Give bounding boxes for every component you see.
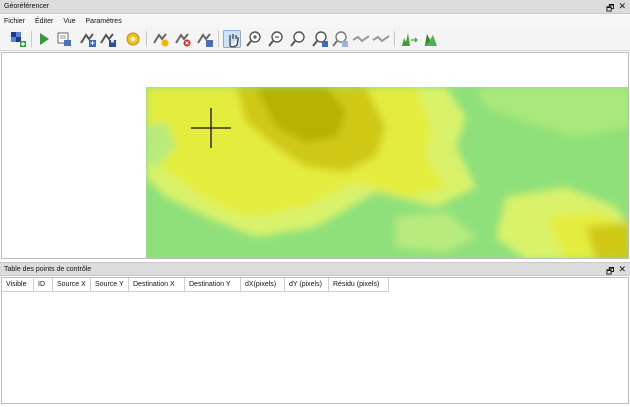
- zoom-last-icon[interactable]: [311, 30, 329, 48]
- menu-vue[interactable]: Vue: [63, 18, 75, 25]
- column-header-visible[interactable]: Visible: [2, 278, 34, 292]
- window-title: Géoréférencer: [4, 3, 50, 10]
- save-gcp-points-icon[interactable]: [99, 30, 117, 48]
- zoom-to-layer-icon[interactable]: [289, 30, 307, 48]
- gcp-table-header: Visible ID Source X Source Y Destination…: [2, 278, 389, 292]
- gcp-table-title: Table des points de contrôle: [4, 266, 92, 273]
- gcp-table-titlebar: Table des points de contrôle 🗗 ✕: [0, 262, 630, 276]
- column-header-source-x[interactable]: Source X: [53, 278, 91, 292]
- move-point-icon[interactable]: [196, 30, 214, 48]
- column-header-residual[interactable]: Résidu (pixels): [329, 278, 389, 292]
- link-qgis-to-georeferencer-icon[interactable]: [372, 30, 390, 48]
- menu-editer[interactable]: Éditer: [35, 18, 53, 25]
- generate-gdal-script-icon[interactable]: [55, 30, 73, 48]
- column-header-dy[interactable]: dY (pixels): [285, 278, 329, 292]
- column-header-dx[interactable]: dX(pixels): [241, 278, 285, 292]
- column-header-source-y[interactable]: Source Y: [91, 278, 129, 292]
- start-georeferencing-icon[interactable]: [35, 30, 53, 48]
- menu-parametres[interactable]: Paramètres: [86, 18, 122, 25]
- column-header-destination-x[interactable]: Destination X: [129, 278, 185, 292]
- zoom-next-icon[interactable]: [331, 30, 349, 48]
- window-titlebar: Géoréférencer 🗗 ✕: [0, 0, 630, 14]
- transformation-settings-icon[interactable]: [124, 30, 142, 48]
- menu-fichier[interactable]: Fichier: [4, 18, 25, 25]
- menubar: Fichier Éditer Vue Paramètres: [0, 15, 630, 27]
- pan-icon[interactable]: [223, 30, 241, 48]
- crosshair-cursor-icon: [191, 108, 231, 148]
- gcp-table[interactable]: Visible ID Source X Source Y Destination…: [1, 277, 629, 404]
- load-gcp-points-icon[interactable]: [79, 30, 97, 48]
- open-raster-icon[interactable]: [9, 30, 27, 48]
- map-canvas[interactable]: [1, 52, 629, 259]
- link-georeferencer-to-qgis-icon[interactable]: [352, 30, 370, 48]
- zoom-out-icon[interactable]: [267, 30, 285, 48]
- zoom-in-icon[interactable]: [245, 30, 263, 48]
- add-point-icon[interactable]: [152, 30, 170, 48]
- toolbar: [0, 27, 630, 51]
- column-header-destination-y[interactable]: Destination Y: [185, 278, 241, 292]
- full-histogram-stretch-icon[interactable]: [400, 30, 418, 48]
- column-header-id[interactable]: ID: [34, 278, 53, 292]
- delete-point-icon[interactable]: [174, 30, 192, 48]
- local-histogram-stretch-icon[interactable]: [422, 30, 440, 48]
